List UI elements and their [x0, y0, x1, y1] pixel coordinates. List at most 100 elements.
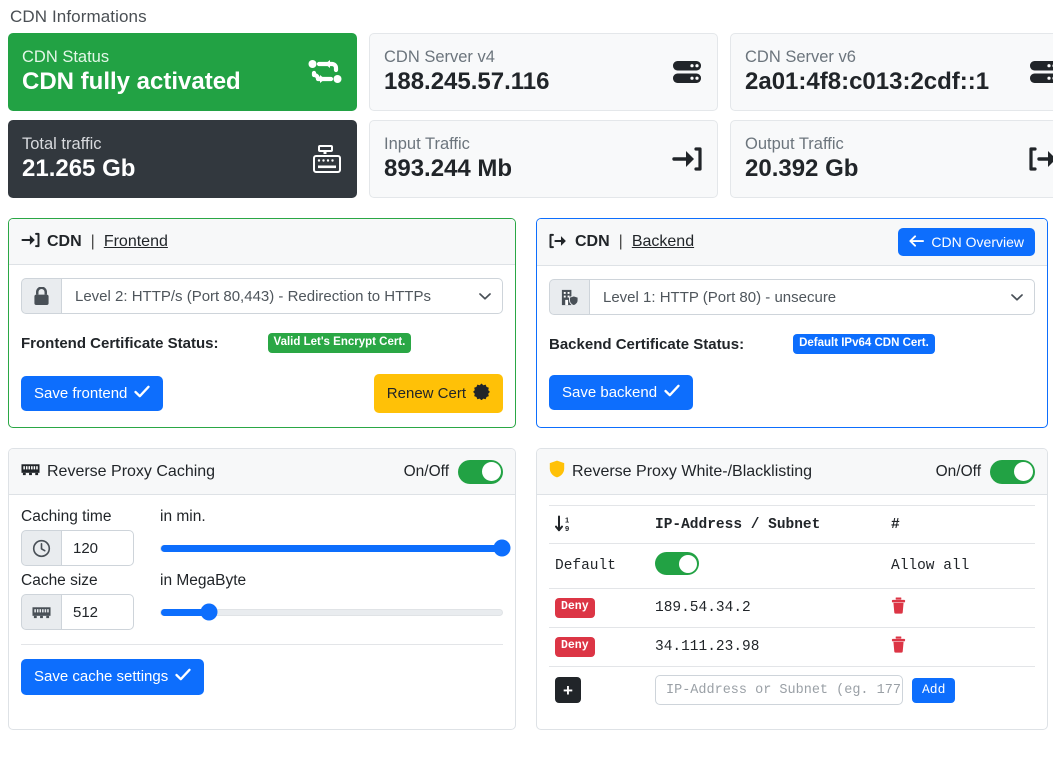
listing-toggle-group: On/Off — [935, 459, 1035, 484]
add-rule-row: IP-Address or Subnet (eg. 177.4 Add — [655, 675, 1029, 706]
shuffle-icon — [308, 57, 342, 87]
page-title: CDN Informations — [10, 7, 147, 26]
cache-size-input[interactable]: 512 — [61, 594, 134, 631]
default-allow-toggle[interactable] — [655, 552, 699, 576]
cache-size-input-group: 512 — [21, 594, 134, 631]
backend-button-row: Save backend — [549, 375, 1035, 411]
caching-time-unit: in min. — [160, 508, 206, 526]
caching-title-label: Reverse Proxy Caching — [47, 462, 216, 480]
listing-panel-body: 1 9 IP-Address / Subnet # Default Allow … — [537, 495, 1047, 729]
backend-cert-status-line: Backend Certificate Status: Default IPv6… — [549, 333, 1035, 355]
arrow-into-bracket-icon — [672, 146, 702, 172]
chevron-down-icon — [1011, 289, 1023, 306]
add-button-label: Add — [922, 681, 946, 697]
sort-numeric-down-icon[interactable]: 1 9 — [549, 505, 649, 545]
default-row-toggle-cell — [649, 543, 885, 590]
table-row-add: + IP-Address or Subnet (eg. 177.4 Add — [549, 667, 1035, 714]
frontend-level-select[interactable]: Level 2: HTTP/s (Port 80,443) - Redirect… — [61, 278, 503, 314]
caching-time-row: Caching time in min. 120 — [21, 508, 511, 567]
frontend-cert-status-line: Frontend Certificate Status: Valid Let's… — [21, 332, 503, 354]
frontend-cert-label: Frontend Certificate Status: — [21, 334, 219, 352]
arrow-left-icon — [909, 234, 925, 250]
frontend-title-link[interactable]: Frontend — [104, 233, 168, 251]
trash-icon[interactable] — [891, 597, 906, 614]
caching-panel: Reverse Proxy Caching On/Off Caching tim… — [8, 448, 516, 731]
listing-panel: Reverse Proxy White-/Blacklisting On/Off — [536, 448, 1048, 731]
card-cdn-status: CDN Status CDN fully activated — [8, 33, 357, 111]
frontend-title: CDN | Frontend — [21, 232, 168, 251]
deny-badge[interactable]: Deny — [555, 598, 595, 619]
title-separator: | — [90, 232, 95, 250]
caching-toggle-switch[interactable] — [458, 459, 503, 484]
card-value: 21.265 Gb — [22, 154, 136, 182]
building-shield-icon — [549, 279, 589, 316]
backend-title: CDN | Backend — [549, 233, 694, 252]
cdn-overview-button[interactable]: CDN Overview — [898, 228, 1035, 257]
rule-action-cell — [885, 588, 1035, 629]
caching-time-input-group: 120 — [21, 530, 134, 567]
save-frontend-button[interactable]: Save frontend — [21, 376, 164, 412]
backend-cert-badge: Default IPv64 CDN Cert. — [793, 334, 935, 354]
add-rule-cell: + — [549, 667, 649, 714]
card-output-traffic: Output Traffic 20.392 Gb — [730, 120, 1053, 198]
backend-level-select[interactable]: Level 1: HTTP (Port 80) - unsecure — [589, 279, 1035, 316]
check-icon — [134, 385, 151, 402]
memory-icon — [21, 462, 40, 482]
arrow-out-bracket-icon — [1029, 146, 1053, 172]
clock-icon — [21, 530, 61, 567]
ip-address-input[interactable]: IP-Address or Subnet (eg. 177.4 — [655, 675, 903, 706]
add-rule-plus-button[interactable]: + — [555, 677, 581, 704]
backend-level-input-group: Level 1: HTTP (Port 80) - unsecure — [549, 279, 1035, 316]
check-icon — [664, 384, 680, 401]
listing-title-label: Reverse Proxy White-/Blacklisting — [572, 462, 813, 480]
caching-time-input[interactable]: 120 — [61, 530, 134, 567]
slider-thumb[interactable] — [493, 539, 511, 557]
default-row-label: Default — [549, 543, 649, 590]
server-icon — [1029, 58, 1053, 86]
rule-address: 189.54.34.2 — [649, 588, 885, 629]
toggle-knob — [678, 554, 697, 573]
arrow-out-bracket-icon — [549, 233, 568, 252]
listing-panel-header: Reverse Proxy White-/Blacklisting On/Off — [537, 449, 1047, 496]
card-total-traffic: Total traffic 21.265 Gb — [8, 120, 357, 198]
listing-toggle-switch[interactable] — [990, 459, 1035, 484]
ip-column-header: IP-Address / Subnet — [649, 505, 885, 545]
deny-badge[interactable]: Deny — [555, 637, 595, 658]
listing-toggle-label: On/Off — [935, 462, 981, 480]
frontend-title-prefix: CDN — [47, 232, 82, 250]
card-label: CDN Server v4 — [384, 47, 495, 66]
certificate-rosette-icon — [473, 383, 490, 404]
backend-title-link[interactable]: Backend — [632, 233, 694, 251]
frontend-panel: CDN | Frontend Level 2: HTTP/s (Port 80,… — [8, 218, 516, 429]
cache-size-slider[interactable] — [160, 603, 503, 621]
shield-icon — [549, 460, 565, 483]
cdn-info-card-grid: CDN Status CDN fully activated CDN Serve… — [8, 33, 1053, 198]
caching-toggle-group: On/Off — [404, 459, 503, 484]
toggle-knob — [481, 462, 501, 482]
listing-title: Reverse Proxy White-/Blacklisting — [549, 460, 812, 483]
caching-panel-header: Reverse Proxy Caching On/Off — [9, 449, 515, 496]
save-backend-button[interactable]: Save backend — [549, 375, 694, 411]
cache-size-slider-wrap — [160, 594, 503, 630]
caching-time-label: Caching time — [21, 508, 112, 526]
add-ip-button[interactable]: Add — [912, 677, 956, 703]
backend-panel-body: Level 1: HTTP (Port 80) - unsecure Backe… — [537, 266, 1047, 424]
save-cache-settings-button[interactable]: Save cache settings — [21, 659, 205, 695]
cdn-config-row: CDN | Frontend Level 2: HTTP/s (Port 80,… — [8, 218, 1048, 429]
card-label: Output Traffic — [745, 134, 844, 153]
trash-icon[interactable] — [891, 636, 906, 653]
cache-size-unit: in MegaByte — [160, 572, 247, 590]
save-frontend-label: Save frontend — [34, 385, 128, 402]
renew-cert-button[interactable]: Renew Cert — [373, 374, 503, 414]
caching-time-slider[interactable] — [160, 539, 511, 557]
card-cdn-server-v6: CDN Server v6 2a01:4f8:c013:2cdf::1 — [730, 33, 1053, 111]
frontend-button-row: Save frontend Renew Cert — [21, 374, 503, 414]
server-icon — [672, 58, 702, 86]
card-label: CDN Status — [22, 47, 110, 66]
frontend-panel-body: Level 2: HTTP/s (Port 80,443) - Redirect… — [9, 265, 515, 427]
rule-action-cell — [885, 627, 1035, 668]
slider-thumb[interactable] — [200, 603, 218, 621]
backend-level-value: Level 1: HTTP (Port 80) - unsecure — [603, 288, 837, 306]
frontend-level-input-group: Level 2: HTTP/s (Port 80,443) - Redirect… — [21, 278, 503, 314]
caching-time-slider-wrap — [160, 530, 511, 566]
